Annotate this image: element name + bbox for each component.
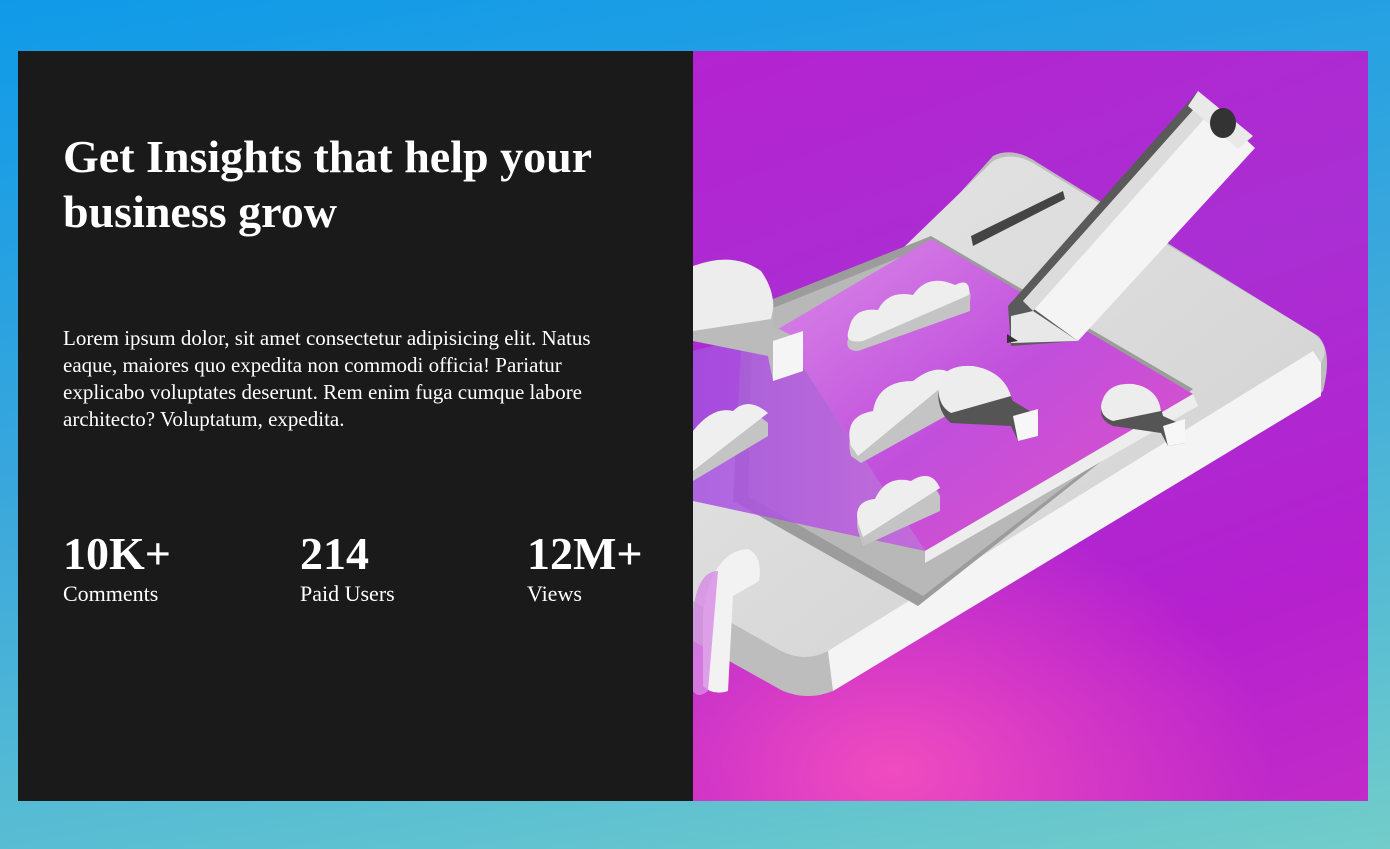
stat-label: Views [527, 581, 582, 606]
stat-value: 10K+ [63, 528, 171, 579]
stats-row: 10K+ Comments 214 Paid Users 12M+ Views [63, 529, 683, 609]
insights-card: Get Insights that help your business gro… [18, 51, 1368, 801]
isometric-tablet-illustration [693, 91, 1327, 697]
stat-comments: 10K+ Comments [63, 529, 171, 607]
stat-label: Comments [63, 581, 159, 606]
text-panel: Get Insights that help your business gro… [18, 51, 693, 801]
stat-paid-users: 214 Paid Users [300, 529, 395, 607]
stat-value: 12M+ [527, 528, 643, 579]
stat-views: 12M+ Views [527, 529, 643, 607]
page-title: Get Insights that help your business gro… [63, 131, 592, 237]
description: Lorem ipsum dolor, sit amet consectetur … [63, 326, 591, 431]
stat-value: 214 [300, 528, 369, 579]
illustration-panel [693, 51, 1368, 801]
stat-label: Paid Users [300, 581, 395, 606]
